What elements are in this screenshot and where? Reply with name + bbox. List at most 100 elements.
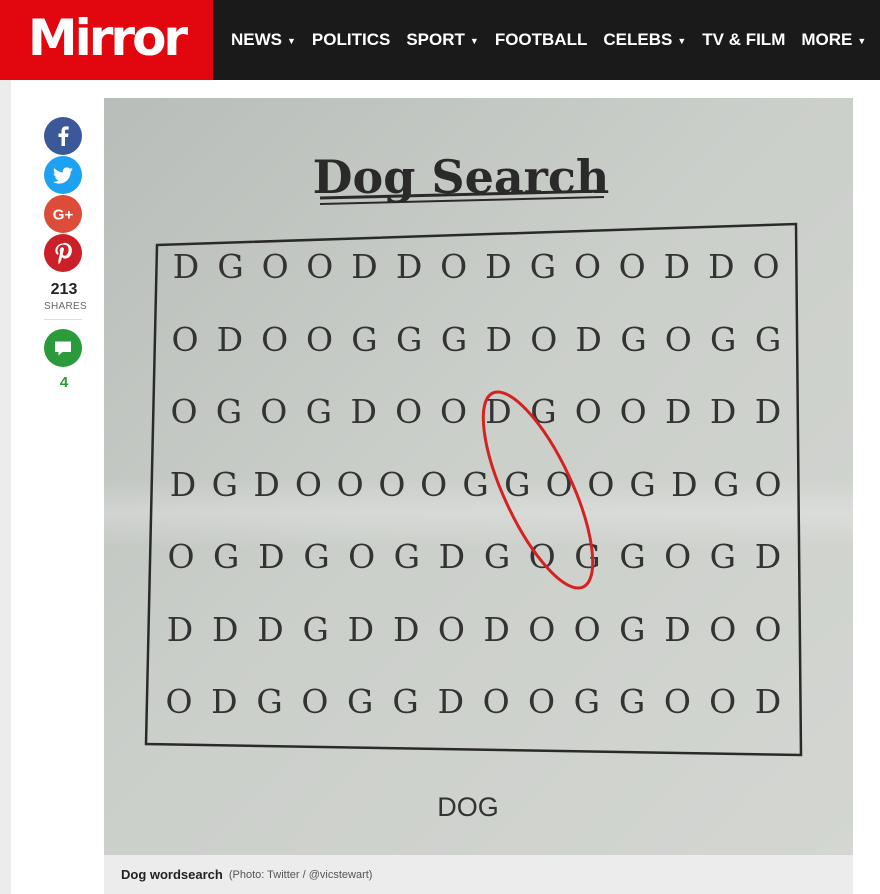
grid-letter: D [708,247,734,286]
grid-letter: D [439,537,465,576]
grid-letter: O [664,537,691,576]
grid-letter: D [483,610,509,649]
grid-letter: O [438,610,465,649]
grid-letter: O [528,610,555,649]
grid-letter: G [256,682,282,721]
share-bar: G+ 213 SHARES 4 [44,117,87,391]
nav-item-football[interactable]: FOOTBALL [495,30,588,50]
grid-letter: O [587,465,614,504]
facebook-share-button[interactable] [44,117,82,155]
left-gutter [0,80,11,894]
grid-letter: D [170,465,196,504]
grid-letter: G [619,537,645,576]
grid-letter: D [393,610,419,649]
comments-button[interactable] [44,329,82,367]
grid-letter: D [173,247,199,286]
caret-down-icon: ▼ [469,36,479,46]
grid-letter: D [665,392,691,431]
grid-letter: D [755,537,781,576]
grid-letter: D [485,247,511,286]
grid-letter: D [710,392,736,431]
grid-letter: D [438,682,464,721]
grid-letter: G [216,392,242,431]
grid-letter: D [671,465,697,504]
nav-item-label: FOOTBALL [494,30,588,49]
article-photo[interactable]: Dog Search DGOODDODGOODDOODOOGGGDODGOGGO… [104,98,853,855]
grid-letter: O [306,247,333,286]
grid-letter: O [546,465,573,504]
google-plus-icon: G+ [44,195,82,233]
dog-wordsearch-image: Dog Search D G O O D D O D G O O D D OO D O O G G G D O D G O G GO… [104,98,853,855]
grid-letter: D [211,682,237,721]
twitter-share-button[interactable] [44,156,82,194]
grid-letter: O [301,682,328,721]
caption-text: Dog wordsearch [121,867,223,882]
grid-letter: G [462,465,488,504]
grid-letter: O [529,537,556,576]
grid-letter: G [396,320,422,359]
share-divider [44,319,82,320]
grid-letter: D [351,247,377,286]
grid-letter: D [755,682,781,721]
grid-letter: G [351,320,377,359]
grid-letter: D [664,610,690,649]
grid-letter: G [213,537,239,576]
pinterest-share-button[interactable] [44,234,82,272]
grid-letter: D [258,537,284,576]
grid-letter: O [440,247,467,286]
grid-letter: D [486,320,512,359]
grid-letter: D [755,392,781,431]
share-count-label: SHARES [44,301,87,312]
mirror-logo[interactable]: Mirror [0,0,213,80]
grid-letter: G [619,682,645,721]
caret-down-icon: ▼ [677,36,687,46]
grid-letter: O [378,465,405,504]
grid-letter: O [440,392,467,431]
grid-letter: O [261,320,288,359]
grid-letter: O [295,465,322,504]
grid-letter: O [754,465,781,504]
grid-letter: G [303,537,329,576]
nav-item-news[interactable]: NEWS ▼ [231,30,296,50]
facebook-icon [44,117,82,155]
nav-item-label: POLITICS [311,30,391,49]
nav-item-sport[interactable]: SPORT ▼ [406,30,478,50]
grid-letter: G [212,465,238,504]
grid-letter: O [665,320,692,359]
grid-letter: O [306,320,333,359]
grid-letter: G [306,392,332,431]
caption-credit: (Photo: Twitter / @vicstewart) [228,868,373,881]
nav-item-politics[interactable]: POLITICS [312,30,390,50]
svg-text:G+: G+ [53,207,74,224]
grid-letter: O [170,392,197,431]
grid-letter: D [167,610,193,649]
grid-letter: G [217,247,243,286]
nav-item-celebs[interactable]: CELEBS ▼ [603,30,686,50]
grid-letter: O [664,682,691,721]
grid-letter: G [710,320,736,359]
grid-letter: G [347,682,373,721]
logo-text: Mirror [27,9,188,67]
grid-letter: G [504,465,530,504]
nav-item-tv-film[interactable]: TV & FILM [702,30,785,50]
grid-letter: O [260,392,287,431]
grid-letter: O [483,682,510,721]
grid-letter: D [257,610,283,649]
grid-letter: G [574,682,600,721]
comments-count[interactable]: 4 [44,374,84,391]
comment-icon [44,329,82,367]
grid-letter: D [348,610,374,649]
grid-letter: O [262,247,289,286]
nav-item-more[interactable]: MORE ▼ [801,30,866,50]
grid-letter: O [348,537,375,576]
google-plus-share-button[interactable]: G+ [44,195,82,233]
grid-letter: D [350,392,376,431]
grid-letter: G [620,320,646,359]
grid-letter: D [253,465,279,504]
nav-item-label: NEWS [231,30,282,49]
grid-letter: O [574,247,601,286]
caret-down-icon: ▼ [287,36,296,46]
caret-down-icon: ▼ [857,36,867,46]
grid-letter: O [575,392,602,431]
grid-letter: O [167,537,194,576]
